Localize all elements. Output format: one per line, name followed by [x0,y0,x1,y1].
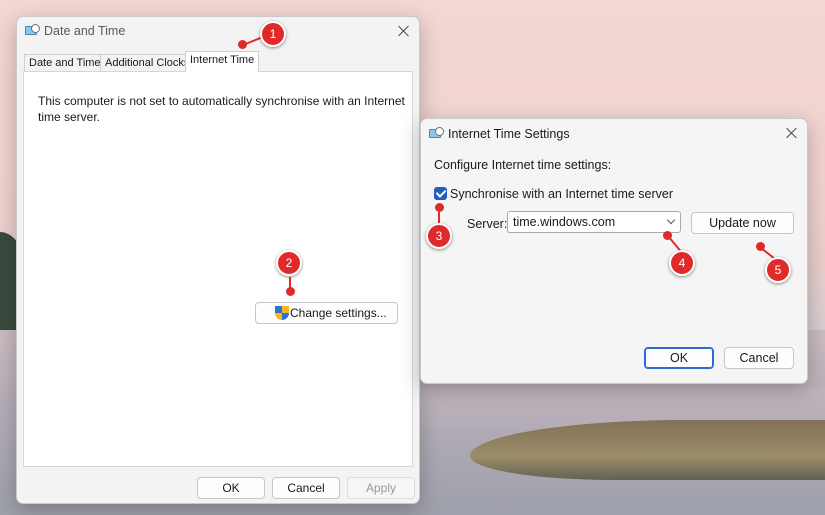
cancel-button[interactable]: Cancel [724,347,794,369]
ok-button[interactable]: OK [197,477,265,499]
sync-status-message-line1: This computer is not set to automaticall… [38,94,405,108]
server-label: Server: [467,217,508,231]
apply-button[interactable]: Apply [347,477,415,499]
date-time-app-icon [429,127,445,141]
annotation-dot-5 [756,242,765,251]
server-select-value: time.windows.com [513,215,616,229]
close-icon[interactable] [785,126,799,140]
server-select[interactable]: time.windows.com [507,211,681,233]
annotation-dot-2 [286,287,295,296]
internet-time-panel: This computer is not set to automaticall… [23,71,413,467]
change-settings-button[interactable]: Change settings... [255,302,398,324]
date-time-app-icon [25,24,41,38]
tab-internet-time[interactable]: Internet Time [185,51,260,72]
cancel-button[interactable]: Cancel [272,477,340,499]
title-bar: Internet Time Settings [421,119,807,149]
tab-additional-clocks[interactable]: Additional Clocks [100,54,195,72]
window-title: Internet Time Settings [448,127,570,141]
title-bar: Date and Time [17,17,419,47]
sync-checkbox[interactable] [434,187,447,200]
annotation-marker-2: 2 [276,250,302,276]
annotation-marker-1: 1 [260,21,286,47]
annotation-marker-4: 4 [669,250,695,276]
date-and-time-dialog: Date and Time Date and Time Additional C… [16,16,420,504]
close-icon[interactable] [397,24,411,38]
uac-shield-icon [275,306,289,321]
sync-status-message-line2: time server. [38,110,101,124]
config-heading: Configure Internet time settings: [434,158,612,172]
annotation-marker-3: 3 [426,223,452,249]
annotation-marker-5: 5 [765,257,791,283]
tab-date-and-time[interactable]: Date and Time [24,54,106,72]
annotation-dot-1 [238,40,247,49]
annotation-dot-4 [663,231,672,240]
sync-checkbox-label[interactable]: Synchronise with an Internet time server [450,187,673,201]
ok-button[interactable]: OK [644,347,714,369]
annotation-dot-3 [435,203,444,212]
change-settings-label: Change settings... [290,306,387,320]
chevron-down-icon [666,215,676,225]
update-now-button[interactable]: Update now [691,212,794,234]
window-title: Date and Time [44,24,126,38]
internet-time-settings-dialog: Internet Time Settings Configure Interne… [420,118,808,384]
